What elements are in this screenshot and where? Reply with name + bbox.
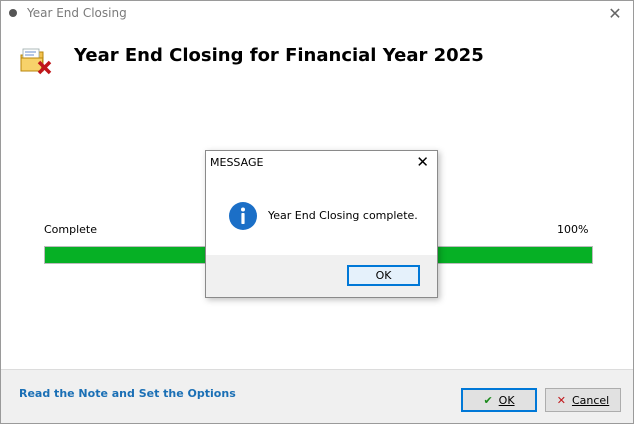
title-bar: Year End Closing ✕ (1, 1, 633, 27)
window-title: Year End Closing (27, 6, 127, 20)
footer-bar: Read the Note and Set the Options ✔ OK ✕… (1, 369, 633, 423)
cancel-button[interactable]: ✕ Cancel (545, 388, 621, 412)
cancel-x-icon: ✕ (556, 393, 566, 407)
window-close-icon[interactable]: ✕ (605, 4, 625, 24)
message-close-icon[interactable]: ✕ (416, 153, 429, 171)
message-text: Year End Closing complete. (268, 209, 418, 222)
cancel-button-label: Cancel (571, 393, 610, 407)
ok-button[interactable]: ✔ OK (461, 388, 537, 412)
progress-status-label: Complete (44, 223, 98, 236)
page-title: Year End Closing for Financial Year 2025 (74, 45, 484, 66)
message-dialog: MESSAGE ✕ Year End Closing complete. OK (205, 150, 438, 298)
progress-percent-label: 100% (557, 223, 589, 236)
message-title: MESSAGE (210, 156, 264, 169)
message-ok-button[interactable]: OK (347, 265, 420, 286)
read-note-link[interactable]: Read the Note and Set the Options (19, 387, 236, 400)
checkmark-icon: ✔ (483, 393, 493, 407)
ok-button-label: OK (498, 393, 515, 407)
folder-close-icon (20, 48, 52, 75)
info-icon (229, 202, 257, 230)
app-icon (9, 9, 17, 17)
message-footer: OK (206, 255, 437, 297)
